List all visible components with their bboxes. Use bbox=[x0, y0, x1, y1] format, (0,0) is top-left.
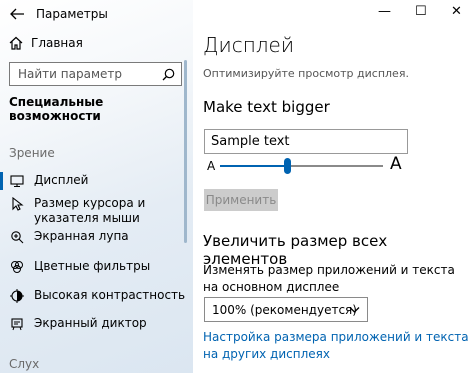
sidebar-item-high-contrast[interactable]: Высокая контрастность bbox=[0, 288, 185, 303]
display-icon bbox=[10, 175, 24, 188]
sidebar-item-label: Экранная лупа bbox=[34, 229, 129, 243]
slider-fill bbox=[220, 165, 287, 167]
home-link[interactable]: Главная bbox=[9, 36, 83, 50]
slider-min-label: A bbox=[207, 159, 216, 173]
home-icon bbox=[9, 36, 23, 50]
sidebar-item-label: Высокая контрастность bbox=[34, 288, 186, 302]
magnifier-icon bbox=[11, 231, 24, 244]
window-title: Параметры bbox=[36, 7, 108, 21]
apply-button[interactable]: Применить bbox=[204, 189, 278, 211]
other-displays-link[interactable]: Настройка размера приложений и текста на… bbox=[203, 329, 471, 363]
cursor-icon bbox=[12, 197, 24, 211]
color-filter-icon bbox=[11, 261, 23, 273]
sidebar-item-label: Дисплей bbox=[34, 173, 89, 187]
sidebar-item-label: Размер курсора и указателя мыши bbox=[34, 196, 146, 225]
close-button[interactable]: ✕ bbox=[451, 4, 462, 19]
section-hearing: Слух bbox=[9, 357, 40, 371]
maximize-button[interactable]: ☐ bbox=[415, 4, 427, 19]
scale-label: Изменять размер приложений и текста на о… bbox=[203, 263, 455, 294]
text-size-slider[interactable] bbox=[220, 158, 383, 174]
sidebar-item-narrator[interactable]: Экранный диктор bbox=[0, 316, 147, 331]
category-heading: Специальные возможности bbox=[9, 95, 104, 123]
main-panel: — ☐ ✕ Дисплей Оптимизируйте просмотр дис… bbox=[193, 0, 474, 373]
page-subtitle: Оптимизируйте просмотр дисплея. bbox=[203, 67, 409, 80]
search-placeholder: Найти параметр bbox=[18, 67, 122, 81]
sidebar-item-cursor[interactable]: Размер курсора и указателя мыши bbox=[0, 196, 185, 226]
search-icon bbox=[162, 68, 175, 81]
scale-dropdown[interactable]: 100% (рекомендуется) bbox=[204, 297, 368, 322]
scale-selected-value: 100% (рекомендуется) bbox=[212, 303, 357, 317]
sidebar-item-label: Экранный диктор bbox=[34, 316, 147, 330]
page-title: Дисплей bbox=[203, 33, 295, 57]
slider-max-label: A bbox=[390, 154, 402, 174]
slider-thumb[interactable] bbox=[283, 158, 291, 174]
high-contrast-icon bbox=[10, 289, 24, 303]
sidebar: Параметры Главная Найти параметр Специал… bbox=[0, 0, 193, 373]
search-input[interactable]: Найти параметр bbox=[9, 62, 182, 86]
narrator-icon bbox=[11, 318, 23, 331]
sidebar-item-display[interactable]: Дисплей bbox=[0, 172, 89, 190]
sidebar-item-color-filters[interactable]: Цветные фильтры bbox=[0, 259, 150, 274]
minimize-button[interactable]: — bbox=[378, 4, 391, 19]
back-arrow-icon[interactable] bbox=[9, 6, 25, 20]
section-vision: Зрение bbox=[9, 146, 55, 160]
sample-text: Sample text bbox=[211, 134, 290, 149]
chevron-down-icon bbox=[349, 307, 360, 313]
sample-text-box: Sample text bbox=[204, 129, 408, 154]
sidebar-scrollbar[interactable] bbox=[184, 60, 187, 243]
text-size-heading: Make text bigger bbox=[203, 98, 330, 116]
sidebar-item-label: Цветные фильтры bbox=[34, 259, 151, 273]
sidebar-item-magnifier[interactable]: Экранная лупа bbox=[0, 229, 129, 244]
home-label: Главная bbox=[31, 36, 83, 50]
